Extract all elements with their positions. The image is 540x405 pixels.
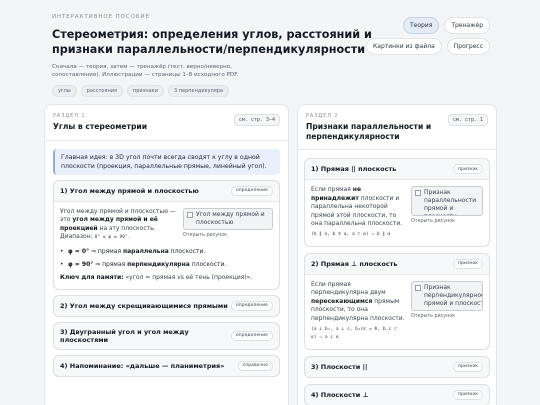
- card-planes-perpendicular: 4) Плоскости ⊥ признак: [304, 383, 490, 405]
- reference-badge: справочно: [237, 360, 273, 371]
- definition-text: Угол между прямой и плоскостью — это уго…: [60, 207, 176, 241]
- section-criteria-panel: РАЗДЕЛ 2 Признаки параллельности и перпе…: [297, 104, 497, 405]
- section-angles-panel: РАЗДЕЛ 1 Углы в стереометрии см. стр. 3–…: [44, 104, 289, 405]
- criterion-formula: (b ∥ a, b ⊄ α, a ⊂ α) ⇒ b ∥ α: [311, 231, 391, 237]
- card-header[interactable]: 2) Угол между скрещивающимися прямыми оп…: [54, 296, 279, 316]
- card-header[interactable]: 1) Угол между прямой и плоскостью опреде…: [54, 181, 279, 201]
- card-line-perpendicular-plane: 2) Прямая ⊥ плоскость признак Если пряма…: [304, 252, 490, 350]
- card-body: Если прямая перпендикулярна двум пересек…: [305, 273, 489, 349]
- card-header[interactable]: 4) Плоскости ⊥ признак: [305, 385, 489, 405]
- main-idea-callout: Главная идея: в 3D угол почти всегда сво…: [53, 148, 280, 175]
- card-body: Если прямая не принадлежит плоскости и п…: [305, 179, 489, 246]
- card-title: 4) Напоминание: «дальше — планиметрия»: [60, 361, 225, 370]
- card-header[interactable]: 4) Напоминание: «дальше — планиметрия» с…: [54, 356, 279, 376]
- card-line-parallel-plane: 1) Прямая || плоскость признак Если прям…: [304, 158, 490, 247]
- list-item: φ = 90° ⇒ прямая перпендикулярна плоскос…: [60, 261, 273, 270]
- tag-item[interactable]: признаки: [126, 85, 164, 97]
- page-subtitle: Сначала — теория, затем — тренажёр (тест…: [52, 64, 239, 78]
- figure-image[interactable]: Угол между прямой и плоскостью: [183, 207, 273, 230]
- card-header[interactable]: 3) Двугранный угол и угол между плоскост…: [54, 323, 279, 349]
- card-header[interactable]: 1) Прямая || плоскость признак: [305, 159, 489, 179]
- criterion-badge: признак: [453, 389, 483, 400]
- tab-progress[interactable]: Прогресс: [446, 38, 490, 55]
- card-planimetry-reminder: 4) Напоминание: «дальше — планиметрия» с…: [53, 354, 280, 377]
- range-formula: 0° ≤ φ ≤ 90°.: [94, 235, 131, 241]
- card-dihedral-angle: 3) Двугранный угол и угол между плоскост…: [53, 321, 280, 350]
- card-title: 3) Двугранный угол и угол между плоскост…: [60, 327, 189, 344]
- card-title: 2) Угол между скрещивающимися прямыми: [60, 301, 228, 310]
- tag-item[interactable]: 3 перпендикуляра: [167, 85, 229, 97]
- card-planes-parallel: 3) Плоскости || признак: [304, 355, 490, 378]
- open-figure-link[interactable]: Открыть рисунок: [411, 219, 483, 224]
- criterion-badge: признак: [453, 361, 483, 372]
- memory-hint: Ключ для памяти: «угол = прямая vs её те…: [60, 274, 253, 282]
- card-title: 3) Плоскости ||: [311, 362, 368, 371]
- figure-image[interactable]: Признак параллельности прямой и плоскост…: [411, 186, 483, 216]
- list-item: φ = 0° ⇒ прямая параллельна плоскости.: [60, 248, 273, 257]
- tag-list: углы расстояния признаки 3 перпендикуляр…: [52, 85, 229, 97]
- divider: [45, 139, 288, 141]
- criterion-text: Если прямая не принадлежит плоскости и п…: [311, 186, 405, 240]
- card-header[interactable]: 3) Плоскости || признак: [305, 357, 489, 377]
- card-title: 1) Прямая || плоскость: [311, 165, 397, 173]
- criterion-badge: признак: [453, 258, 483, 269]
- figure-image[interactable]: Признак перпендикулярности прямой и плос…: [411, 280, 483, 311]
- criterion-formula: (a ⊥ b₁, a ⊥ c, b₁∩c = K, b,c ⊂ α) ⇒ a ⊥…: [311, 326, 397, 341]
- card-title: 1) Угол между прямой и плоскостью: [60, 186, 199, 195]
- open-figure-link[interactable]: Открыть рисунок: [183, 233, 273, 238]
- broken-image-icon: [415, 284, 421, 291]
- definition-badge: определение: [230, 300, 273, 311]
- divider: [298, 149, 496, 150]
- section-title: Признаки параллельности и перпендикулярн…: [306, 122, 432, 141]
- criterion-badge: признак: [453, 164, 483, 174]
- tab-trainer[interactable]: Тренажёр: [444, 17, 490, 34]
- card-title: 4) Плоскости ⊥: [311, 390, 369, 399]
- card-skew-lines-angle: 2) Угол между скрещивающимися прямыми оп…: [53, 294, 280, 317]
- tag-item[interactable]: углы: [52, 85, 77, 97]
- tab-pictures[interactable]: Картинки из файла: [366, 38, 442, 55]
- criterion-text: Если прямая перпендикулярна двум пересек…: [311, 281, 405, 343]
- top-nav: Теория Тренажёр Картинки из файла Прогре…: [366, 17, 490, 55]
- definition-badge: определение: [230, 185, 273, 196]
- card-angle-line-plane: 1) Угол между прямой и плоскостью опреде…: [53, 179, 280, 290]
- card-body: Угол между прямой и плоскостью — это уго…: [54, 200, 279, 289]
- card-header[interactable]: 2) Прямая ⊥ плоскость признак: [305, 254, 489, 274]
- page-title: Стереометрия: определения углов, расстоя…: [52, 28, 372, 56]
- definition-badge: определение: [230, 330, 273, 341]
- broken-image-icon: [187, 211, 193, 218]
- card-title: 2) Прямая ⊥ плоскость: [311, 259, 398, 268]
- pages-badge: см. стр. 3–4: [233, 114, 280, 126]
- tag-item[interactable]: расстояния: [80, 85, 123, 97]
- open-figure-link[interactable]: Открыть рисунок: [411, 314, 483, 319]
- pages-badge: см. стр. 1: [447, 114, 488, 126]
- tab-theory[interactable]: Теория: [402, 17, 440, 34]
- broken-image-icon: [415, 190, 421, 196]
